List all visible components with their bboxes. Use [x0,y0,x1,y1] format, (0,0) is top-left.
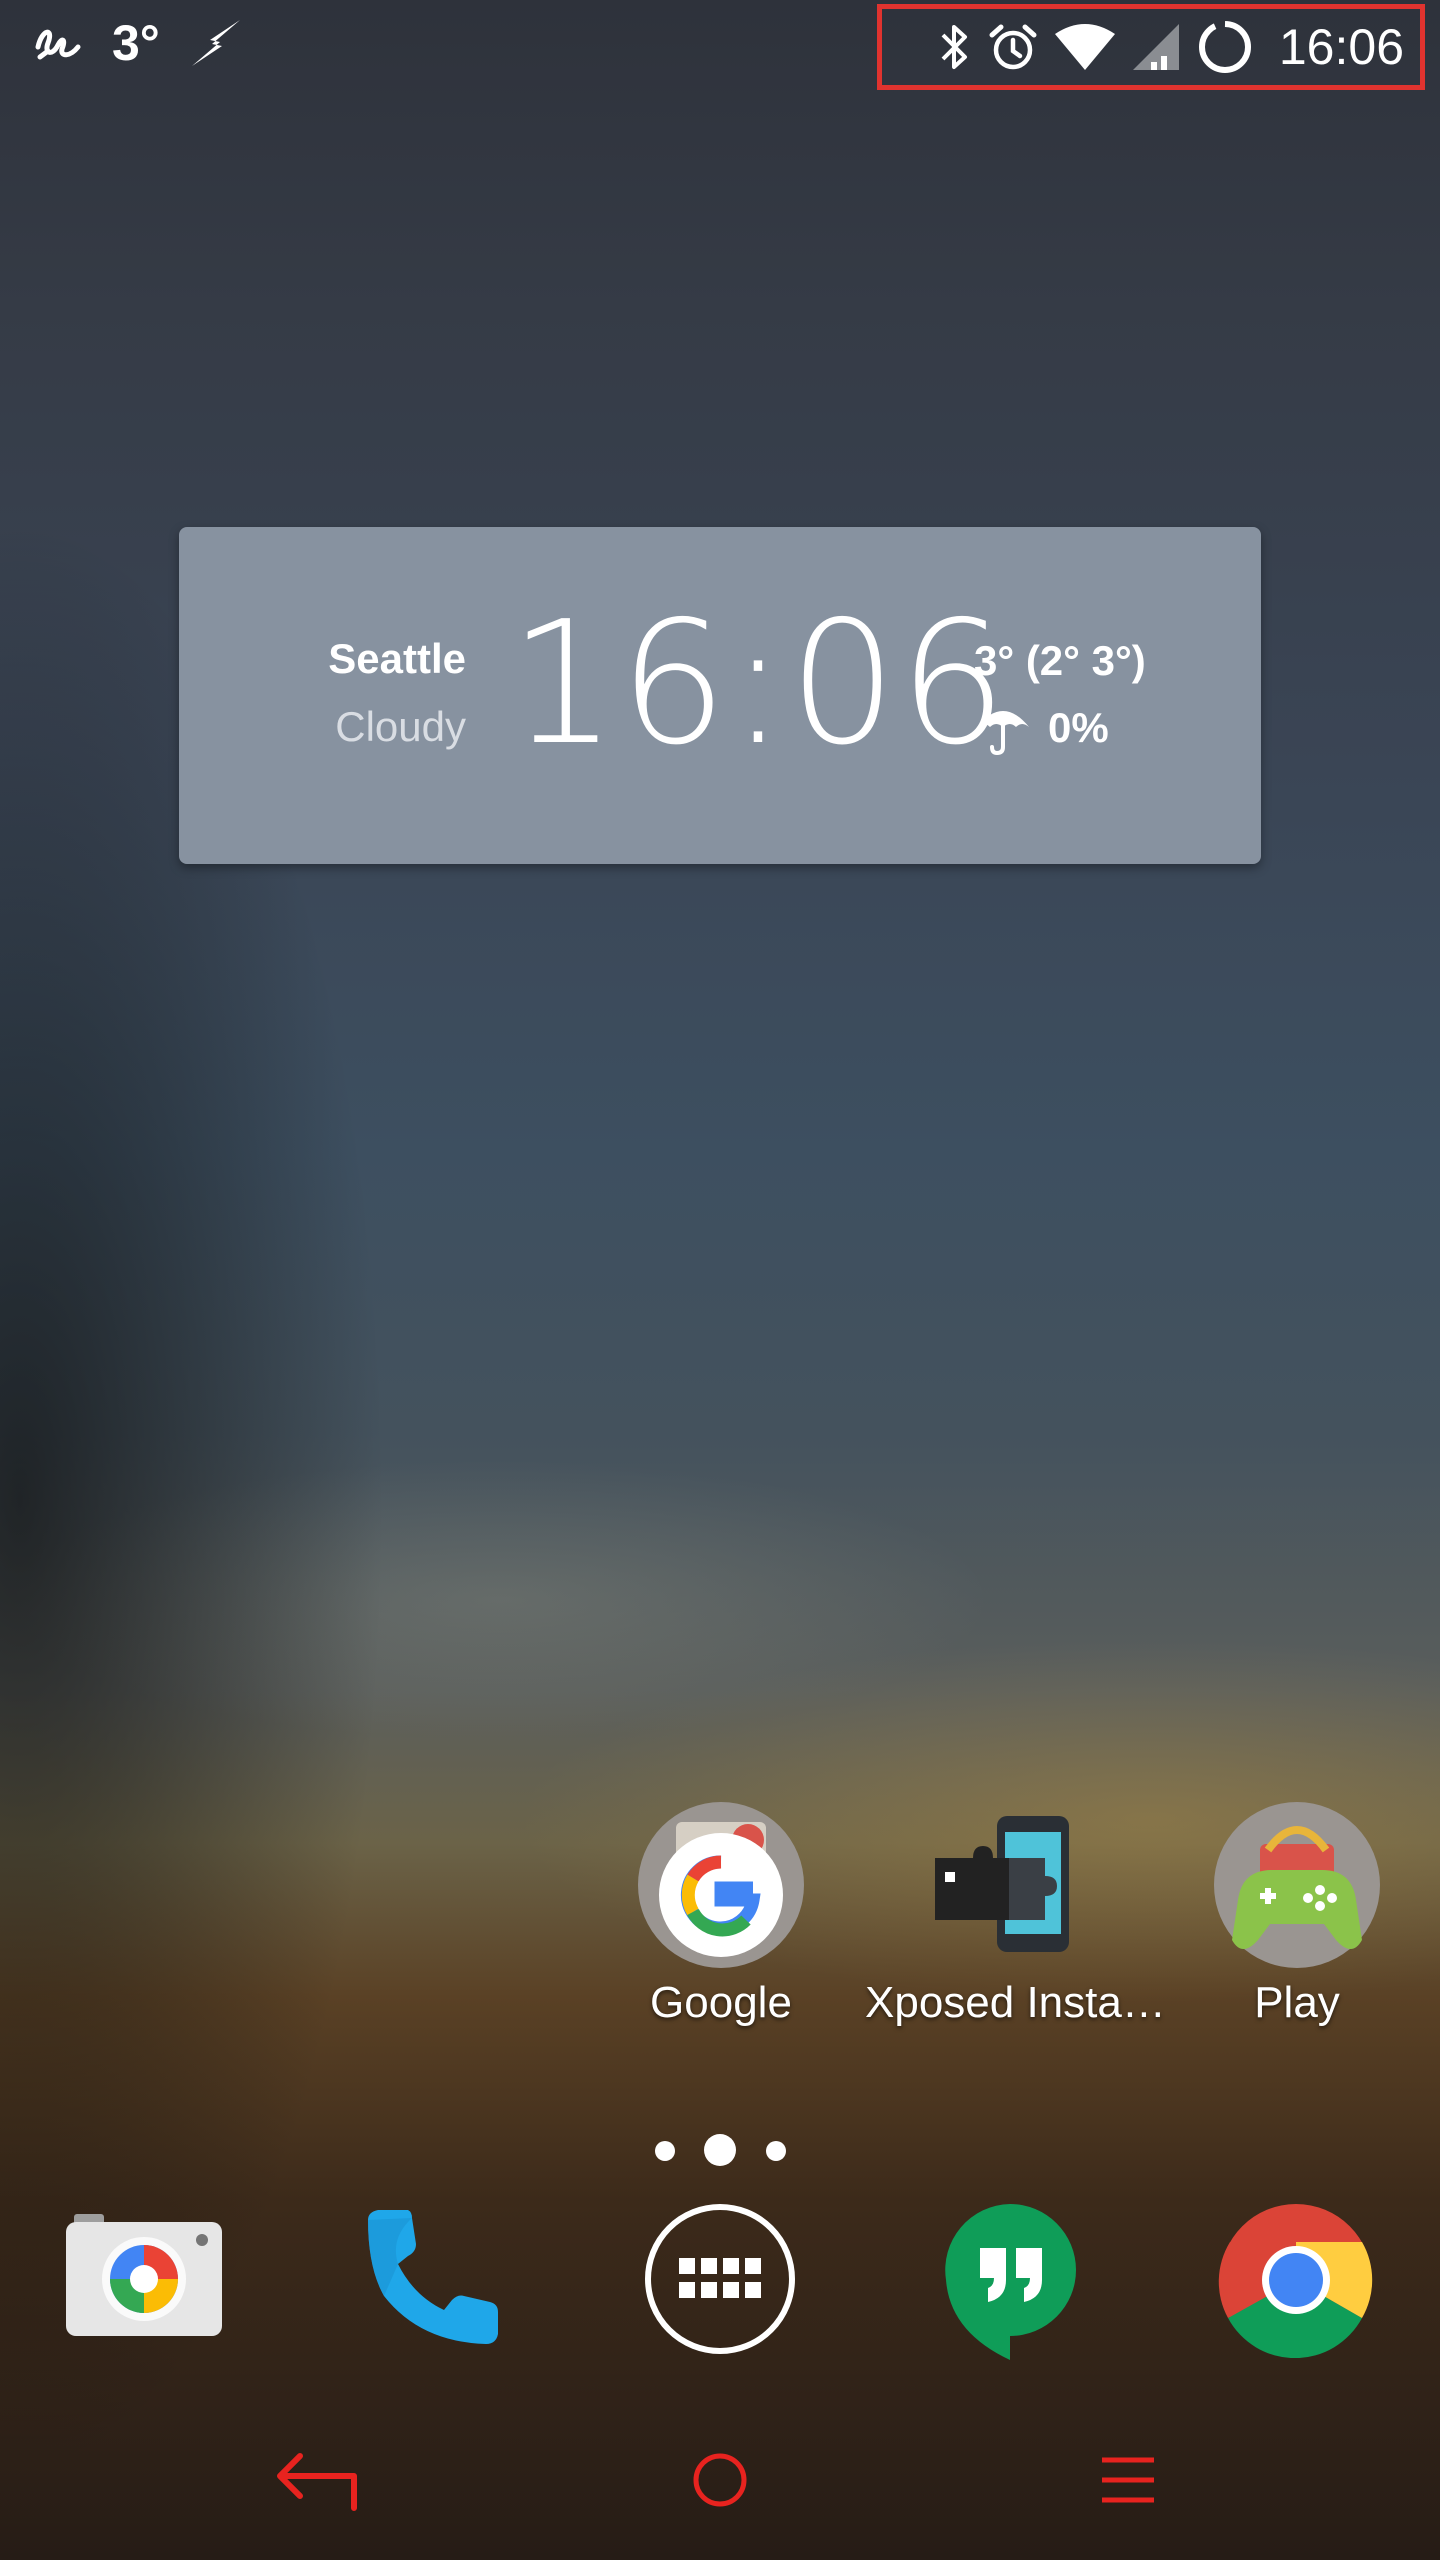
phone-icon [360,2208,500,2348]
back-button[interactable] [272,2448,360,2518]
umbrella-icon [974,699,1032,757]
camera-icon [64,2212,224,2338]
google-folder-icon [636,1800,806,1970]
page-indicator[interactable] [640,2128,800,2168]
navigation-bar [0,2420,1440,2560]
signature-icon [32,17,84,69]
lightning-icon [188,18,244,68]
dock-phone[interactable] [360,2208,500,2348]
app-label: Google [650,1978,792,2027]
app-label: Xposed Insta… [865,1978,1166,2027]
weather-clock-widget[interactable]: Seattle Cloudy 16:06 3° (2° 3°) 0% [179,527,1261,864]
app-google-folder[interactable]: Google [636,1800,806,2030]
menu-icon [1098,2452,1158,2508]
chrome-icon [1218,2202,1374,2358]
xposed-installer-icon [925,1800,1095,1970]
dock-hangouts[interactable] [940,2202,1080,2362]
wallpaper [0,0,1440,2560]
status-bar-right-highlighted: 16:06 [877,4,1425,90]
hangouts-icon [940,2202,1080,2362]
home-button[interactable] [690,2450,750,2510]
menu-button[interactable] [1098,2452,1158,2508]
page-dot-3[interactable] [766,2141,786,2161]
play-games-folder-icon [1212,1800,1382,1970]
widget-rain-chance: 0% [1048,704,1109,751]
home-icon [690,2450,750,2510]
battery-ring-icon [1195,17,1255,77]
page-dot-1[interactable] [655,2141,675,2161]
status-time: 16:06 [1278,19,1404,75]
bluetooth-icon [937,21,973,73]
cell-signal-icon [1131,22,1181,72]
alarm-icon [987,21,1039,73]
dock-chrome[interactable] [1218,2202,1374,2358]
app-xposed-installer[interactable]: Xposed Insta… [865,1800,1166,2030]
widget-temperatures: 3° (2° 3°) [974,637,1146,684]
wifi-icon [1053,22,1117,72]
widget-clock[interactable]: 16:06 [509,599,1009,769]
widget-rain: 0% [974,699,1109,757]
status-bar[interactable]: 3° 16:06 [0,0,1440,90]
status-bar-left: 3° [32,8,244,78]
widget-city: Seattle [328,635,466,682]
app-drawer-icon [643,2202,797,2356]
page-dot-2-current[interactable] [704,2134,736,2166]
app-play-folder[interactable]: Play [1212,1800,1382,2030]
app-label: Play [1254,1978,1340,2027]
status-temperature: 3° [112,15,160,71]
widget-condition: Cloudy [335,703,466,750]
back-icon [272,2448,360,2518]
dock-app-drawer[interactable] [643,2202,797,2356]
dock-camera[interactable] [64,2212,224,2338]
